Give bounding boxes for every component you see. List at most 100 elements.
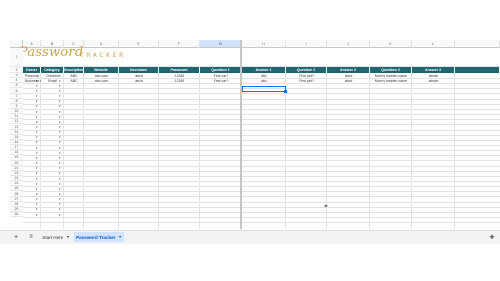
dropdown-chevron-icon[interactable]: ▾ xyxy=(59,79,61,83)
table-cell[interactable]: Mom's maiden name xyxy=(370,78,412,83)
add-sheet-icon[interactable]: + xyxy=(11,232,21,242)
grid-line xyxy=(23,155,500,157)
column-header-k[interactable]: K xyxy=(370,40,412,48)
dropdown-chevron-icon[interactable]: ▾ xyxy=(59,120,61,124)
tab-password-tracker[interactable]: Password Tracker ▼ xyxy=(74,232,124,242)
dropdown-chevron-icon[interactable]: ▾ xyxy=(36,166,38,170)
dropdown-chevron-icon[interactable]: ▾ xyxy=(59,110,61,114)
dropdown-chevron-icon[interactable]: ▾ xyxy=(59,84,61,88)
row-header[interactable]: 30 xyxy=(10,212,23,218)
dropdown-chevron-icon[interactable]: ▾ xyxy=(36,161,38,165)
table-cell[interactable]: First pet? xyxy=(286,78,327,83)
dropdown-chevron-icon[interactable]: ▾ xyxy=(59,202,61,206)
table-cell[interactable]: abc.com xyxy=(84,78,119,83)
dropdown-chevron-icon[interactable]: ▾ xyxy=(36,151,38,155)
table-cell[interactable]: abcd xyxy=(327,78,370,83)
dropdown-chevron-icon[interactable]: ▾ xyxy=(59,140,61,144)
dropdown-chevron-icon[interactable]: ▾ xyxy=(36,156,38,160)
dropdown-chevron-icon[interactable]: ▾ xyxy=(36,182,38,186)
column-header-d[interactable]: D xyxy=(84,40,119,48)
dropdown-chevron-icon[interactable]: ▾ xyxy=(59,213,61,217)
dropdown-chevron-icon[interactable]: ▾ xyxy=(36,74,38,78)
grid-line xyxy=(23,222,500,224)
explore-icon[interactable]: ✚ xyxy=(487,232,497,242)
all-sheets-icon[interactable]: ≡ xyxy=(26,232,36,242)
dropdown-chevron-icon[interactable]: ▾ xyxy=(36,171,38,175)
dropdown-chevron-icon[interactable]: ▾ xyxy=(36,94,38,98)
title-caps: TRACKER xyxy=(80,52,126,59)
dropdown-chevron-icon[interactable]: ▾ xyxy=(36,197,38,201)
dropdown-chevron-icon[interactable]: ▾ xyxy=(59,115,61,119)
cursor-icon: ⌖ xyxy=(324,203,328,210)
dropdown-chevron-icon[interactable]: ▾ xyxy=(36,135,38,139)
column-header-j[interactable]: J xyxy=(327,40,370,48)
freeze-divider[interactable] xyxy=(240,40,242,229)
table-cell[interactable]: ABC xyxy=(64,78,84,83)
dropdown-chevron-icon[interactable]: ▾ xyxy=(59,207,61,211)
dropdown-chevron-icon[interactable]: ▾ xyxy=(36,84,38,88)
grid-line xyxy=(23,144,500,146)
dropdown-chevron-icon[interactable]: ▾ xyxy=(59,104,61,108)
tab-password-tracker-label: Password Tracker xyxy=(76,234,116,240)
table-cell[interactable]: First car? xyxy=(200,78,242,83)
dropdown-chevron-icon[interactable]: ▾ xyxy=(36,89,38,93)
table-cell[interactable]: Business A xyxy=(23,78,41,83)
dropdown-chevron-icon[interactable]: ▾ xyxy=(36,130,38,134)
dropdown-chevron-icon[interactable]: ▾ xyxy=(36,120,38,124)
fill-handle[interactable] xyxy=(284,90,287,93)
column-header-e[interactable]: E xyxy=(119,40,159,48)
table-cell[interactable]: abcde xyxy=(412,78,455,83)
grid-line xyxy=(23,170,500,172)
selected-cell[interactable] xyxy=(242,86,286,92)
grid-line xyxy=(23,186,500,188)
dropdown-chevron-icon[interactable]: ▾ xyxy=(36,99,38,103)
column-header-f[interactable]: F xyxy=(159,40,200,48)
column-header-g[interactable]: G xyxy=(200,40,242,48)
dropdown-chevron-icon[interactable]: ▾ xyxy=(59,197,61,201)
grid-line xyxy=(23,83,500,85)
table-cell[interactable]: abc xyxy=(242,78,286,83)
dropdown-chevron-icon[interactable]: ▾ xyxy=(36,187,38,191)
dropdown-chevron-icon[interactable]: ▾ xyxy=(59,146,61,150)
dropdown-chevron-icon[interactable]: ▾ xyxy=(36,125,38,129)
column-header-i[interactable]: I xyxy=(286,40,327,48)
dropdown-chevron-icon[interactable]: ▾ xyxy=(59,99,61,103)
dropdown-chevron-icon[interactable]: ▾ xyxy=(59,177,61,181)
dropdown-chevron-icon[interactable]: ▾ xyxy=(36,177,38,181)
dropdown-chevron-icon[interactable]: ▾ xyxy=(59,125,61,129)
table-cell[interactable]: 12345 xyxy=(159,78,200,83)
dropdown-chevron-icon[interactable]: ▾ xyxy=(59,94,61,98)
dropdown-chevron-icon[interactable]: ▾ xyxy=(59,192,61,196)
chevron-down-icon[interactable]: ▼ xyxy=(66,235,69,239)
dropdown-chevron-icon[interactable]: ▾ xyxy=(59,156,61,160)
dropdown-chevron-icon[interactable]: ▾ xyxy=(59,89,61,93)
dropdown-chevron-icon[interactable]: ▾ xyxy=(36,140,38,144)
dropdown-chevron-icon[interactable]: ▾ xyxy=(36,104,38,108)
grid-line xyxy=(23,103,500,105)
dropdown-chevron-icon[interactable]: ▾ xyxy=(59,187,61,191)
dropdown-chevron-icon[interactable]: ▾ xyxy=(36,192,38,196)
dropdown-chevron-icon[interactable]: ▾ xyxy=(59,166,61,170)
dropdown-chevron-icon[interactable]: ▾ xyxy=(36,213,38,217)
dropdown-chevron-icon[interactable]: ▾ xyxy=(59,130,61,134)
dropdown-chevron-icon[interactable]: ▾ xyxy=(59,171,61,175)
dropdown-chevron-icon[interactable]: ▾ xyxy=(36,110,38,114)
grid-line xyxy=(23,181,500,182)
table-cell[interactable]: abcd xyxy=(119,78,159,83)
dropdown-chevron-icon[interactable]: ▾ xyxy=(59,74,61,78)
dropdown-chevron-icon[interactable]: ▾ xyxy=(36,207,38,211)
column-header-l[interactable]: L xyxy=(412,40,455,48)
grid-line xyxy=(23,139,500,141)
dropdown-chevron-icon[interactable]: ▾ xyxy=(59,161,61,165)
tab-start-here[interactable]: Start Here ▼ xyxy=(38,232,74,242)
dropdown-chevron-icon[interactable]: ▾ xyxy=(36,202,38,206)
chevron-down-icon[interactable]: ▼ xyxy=(118,235,121,239)
dropdown-chevron-icon[interactable]: ▾ xyxy=(59,135,61,139)
column-header-h[interactable]: H xyxy=(242,40,286,48)
dropdown-chevron-icon[interactable]: ▾ xyxy=(36,79,38,83)
dropdown-chevron-icon[interactable]: ▾ xyxy=(36,115,38,119)
row-header[interactable]: 1 xyxy=(10,48,23,67)
dropdown-chevron-icon[interactable]: ▾ xyxy=(36,146,38,150)
dropdown-chevron-icon[interactable]: ▾ xyxy=(59,182,61,186)
dropdown-chevron-icon[interactable]: ▾ xyxy=(59,151,61,155)
